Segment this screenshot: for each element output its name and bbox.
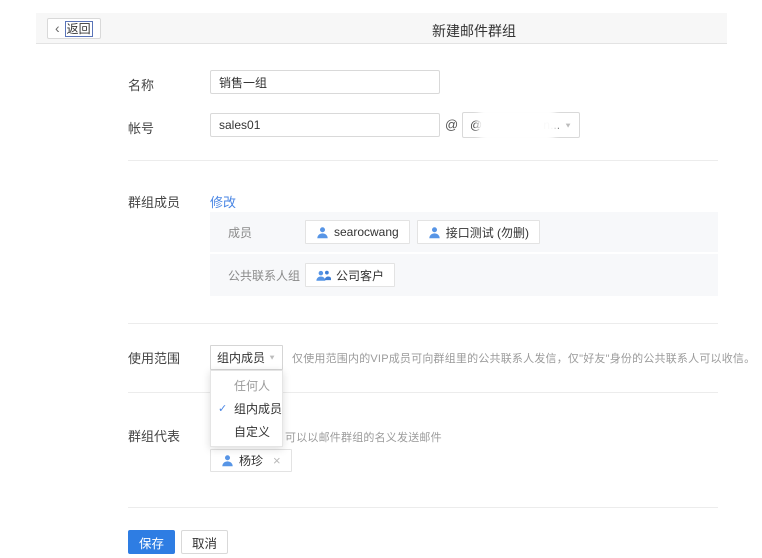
modify-members-link[interactable]: 修改: [210, 192, 236, 211]
account-input[interactable]: [210, 113, 440, 137]
members-label: 群组成员: [128, 192, 180, 211]
contact-group-tag[interactable]: 公司客户: [305, 263, 395, 287]
scope-option-group-members[interactable]: ✓ 组内成员: [211, 397, 282, 420]
scope-option-label: 任何人: [234, 377, 270, 394]
back-button[interactable]: ‹ 返回: [47, 18, 101, 39]
person-icon: [316, 226, 329, 239]
scope-select[interactable]: 组内成员 ▼: [210, 345, 283, 370]
page-header: ‹ 返回 新建邮件群组: [36, 13, 727, 44]
scope-option-label: 组内成员: [234, 400, 282, 417]
representative-label: 群组代表: [128, 426, 180, 445]
contact-group-row-label: 公共联系人组: [228, 267, 305, 284]
scope-label: 使用范围: [128, 348, 180, 367]
divider: [128, 323, 718, 324]
divider: [128, 507, 718, 508]
member-tag-label: 接口测试 (勿删): [446, 224, 529, 241]
cancel-button[interactable]: 取消: [181, 530, 228, 554]
representative-tag[interactable]: 杨珍 ×: [210, 449, 292, 472]
save-button[interactable]: 保存: [128, 530, 175, 554]
contact-group-tag-label: 公司客户: [336, 267, 384, 284]
domain-prefix: @: [470, 118, 482, 132]
members-row: 成员 searocwang 接口测试 (勿删): [210, 212, 718, 252]
scope-option-anyone[interactable]: ✓ 任何人: [211, 374, 282, 397]
check-icon: ✓: [218, 402, 231, 415]
scope-dropdown-menu: ✓ 任何人 ✓ 组内成员 ✓ 自定义: [210, 370, 283, 447]
person-icon: [428, 226, 441, 239]
scope-option-label: 自定义: [234, 423, 270, 440]
member-tag-label: searocwang: [334, 225, 399, 239]
page-title: 新建邮件群组: [432, 21, 516, 41]
create-mail-group-page: ‹ 返回 新建邮件群组 名称 帐号 @ @ n... ▼ 群组成员 修改 成员 …: [0, 0, 762, 558]
at-separator: @: [445, 117, 458, 132]
members-row-label: 成员: [228, 224, 305, 241]
remove-icon[interactable]: ×: [273, 454, 281, 467]
group-icon: [316, 269, 331, 282]
name-label: 名称: [128, 75, 154, 94]
domain-select[interactable]: @ n... ▼: [462, 112, 580, 138]
chevron-down-icon: ▼: [268, 354, 276, 362]
representative-hint: 可以以邮件群组的名义发送邮件: [285, 429, 442, 445]
member-tag[interactable]: 接口测试 (勿删): [417, 220, 540, 244]
name-input[interactable]: [210, 70, 440, 94]
member-tag[interactable]: searocwang: [305, 220, 410, 244]
back-label: 返回: [65, 21, 93, 37]
scope-option-custom[interactable]: ✓ 自定义: [211, 420, 282, 443]
back-chevron-icon: ‹: [55, 21, 60, 35]
account-label: 帐号: [128, 118, 154, 137]
contact-group-row: 公共联系人组 公司客户: [210, 254, 718, 296]
chevron-down-icon: ▼: [564, 121, 572, 129]
representative-tag-label: 杨珍: [239, 452, 263, 469]
scope-selected-value: 组内成员: [217, 349, 265, 366]
domain-suffix: n...: [543, 118, 560, 132]
scope-hint: 仅使用范围内的VIP成员可向群组里的公共联系人发信，仅"好友"身份的公共联系人可…: [292, 350, 755, 366]
divider: [128, 160, 718, 161]
person-icon: [221, 454, 234, 467]
